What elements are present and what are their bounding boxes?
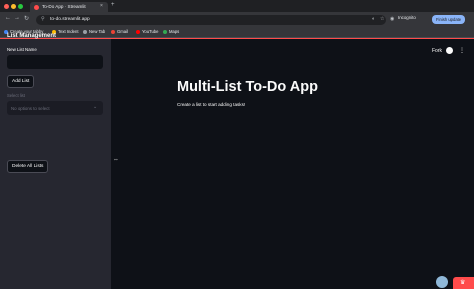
bookmark-favicon-icon [111, 29, 115, 34]
sidebar-title: List Management [7, 33, 57, 39]
minimize-window-button[interactable] [11, 3, 16, 9]
extension-icon[interactable]: ◐ [372, 16, 375, 22]
bookmark-item[interactable]: YouTube [136, 29, 158, 34]
fork-button[interactable]: Fork [432, 48, 442, 54]
tab-title: To-Do App · Streamlit [42, 3, 86, 9]
reload-icon[interactable]: ↻ [24, 15, 29, 22]
browser-toolbar: ← → ↻ ⚲ to-do.streamlit.app ◐ ☆ ◉ Incogn… [0, 12, 474, 27]
bookmark-favicon-icon [83, 29, 87, 34]
bookmarks-bar: Create your tabby Text Indent New Tab Gm… [0, 27, 474, 38]
bookmark-item[interactable]: Gmail [111, 29, 128, 34]
bookmark-favicon-icon [136, 29, 140, 34]
bookmark-star-icon[interactable]: ☆ [380, 16, 384, 22]
bookmark-item[interactable]: Maps [163, 29, 179, 34]
forward-icon[interactable]: → [14, 15, 20, 21]
bookmark-label: New Tab [89, 29, 106, 34]
url-text: to-do.streamlit.app [50, 16, 90, 22]
github-icon[interactable] [446, 47, 453, 54]
add-list-button[interactable]: Add List [7, 75, 35, 88]
browser-tab-bar: To-Do App · Streamlit × + [0, 0, 474, 12]
select-list-placeholder: No options to select [11, 105, 50, 111]
new-list-name-input[interactable] [7, 55, 103, 69]
address-bar[interactable]: ⚲ to-do.streamlit.app [36, 14, 386, 25]
close-window-button[interactable] [4, 3, 9, 9]
delete-all-lists-button[interactable]: Delete All Lists [7, 160, 49, 173]
new-list-label: New List Name [7, 47, 37, 52]
incognito-label: Incognito [398, 15, 416, 20]
select-list-label: Select list [7, 93, 25, 98]
manage-app-button[interactable]: ♛ [453, 277, 474, 289]
bookmark-label: YouTube [142, 29, 159, 34]
new-tab-button[interactable]: + [111, 2, 115, 8]
chevron-down-icon: ⌄ [93, 104, 98, 110]
maximize-window-button[interactable] [18, 3, 23, 9]
mouse-cursor-icon: ⇔ [113, 157, 119, 163]
select-list-dropdown[interactable]: No options to select ⌄ [7, 101, 103, 115]
main-content [111, 39, 474, 289]
page-title: Multi-List To-Do App [177, 79, 318, 95]
finish-update-button[interactable]: Finish update [432, 15, 466, 24]
main-menu-icon[interactable]: ⋮ [459, 47, 465, 54]
back-icon[interactable]: ← [5, 15, 11, 21]
site-info-icon[interactable]: ⚲ [41, 16, 45, 22]
bookmark-label: Gmail [117, 29, 128, 34]
tab-close-icon[interactable]: × [100, 3, 103, 9]
streamlit-favicon-icon [34, 4, 39, 10]
bookmark-favicon-icon [163, 29, 167, 34]
bookmark-label: Maps [169, 29, 180, 34]
incognito-icon: ◉ [390, 15, 395, 22]
bookmark-label: Text Indent [58, 29, 79, 34]
page-caption: Create a list to start adding tasks! [177, 102, 246, 107]
avatar[interactable] [436, 276, 448, 288]
browser-tab[interactable]: To-Do App · Streamlit × [30, 2, 108, 12]
bookmark-item[interactable]: New Tab [83, 29, 105, 34]
crown-icon: ♛ [460, 280, 466, 286]
